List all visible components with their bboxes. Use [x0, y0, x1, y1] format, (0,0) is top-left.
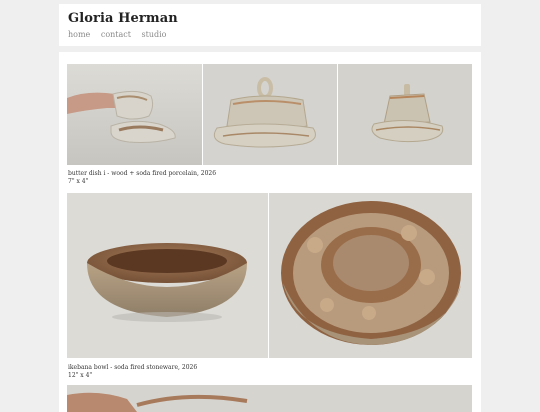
- ikebana-bowl-dimensions: 12" x 4": [68, 372, 93, 379]
- nav-studio-link[interactable]: studio: [142, 30, 167, 39]
- butter-dish-photo-side[interactable]: [338, 64, 472, 165]
- gallery-content: butter dish i - wood + soda fired porcel…: [59, 52, 481, 412]
- main-nav: home contact studio: [68, 30, 175, 39]
- ikebana-bowl-image-row: [67, 193, 472, 358]
- butter-dish-photo-front[interactable]: [203, 64, 337, 165]
- next-image-row: [67, 385, 472, 412]
- ikebana-bowl-photo-top[interactable]: [269, 193, 472, 358]
- site-title[interactable]: Gloria Herman: [68, 11, 178, 26]
- ikebana-bowl-title: ikebana bowl - soda fired stoneware, 202…: [68, 364, 198, 371]
- butter-dish-image-row: [67, 64, 472, 165]
- site-header: Gloria Herman home contact studio: [59, 4, 481, 46]
- ikebana-bowl-caption: ikebana bowl - soda fired stoneware, 202…: [68, 364, 197, 380]
- nav-contact-link[interactable]: contact: [101, 30, 131, 39]
- butter-dish-title: butter dish i - wood + soda fired porcel…: [68, 170, 217, 177]
- butter-dish-photo-hand[interactable]: [67, 64, 202, 165]
- butter-dish-caption: butter dish i - wood + soda fired porcel…: [68, 170, 216, 186]
- ikebana-bowl-photo-side[interactable]: [67, 193, 268, 358]
- nav-home-link[interactable]: home: [68, 30, 90, 39]
- next-photo-partial[interactable]: [67, 385, 472, 412]
- butter-dish-dimensions: 7" x 4": [68, 178, 89, 185]
